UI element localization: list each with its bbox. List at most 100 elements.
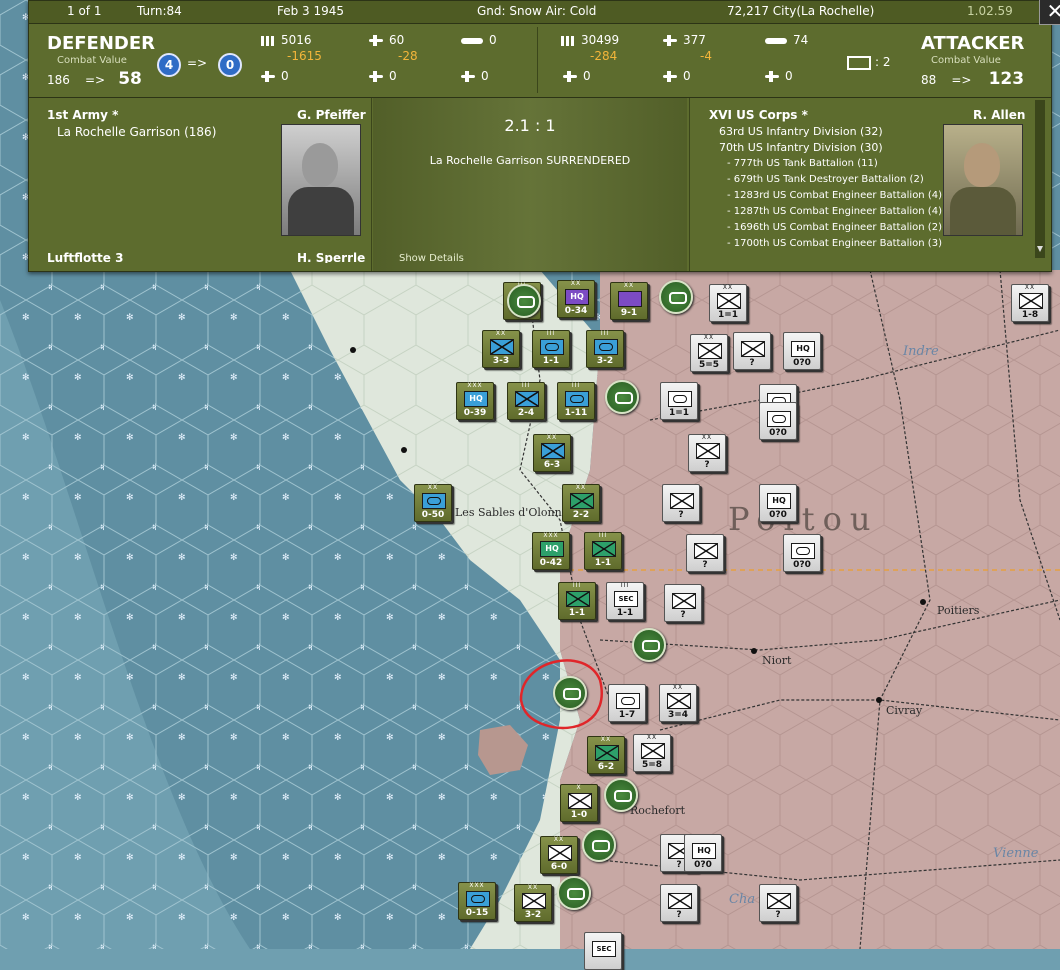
unit-roundel[interactable] <box>604 778 638 812</box>
unit-counter[interactable]: XXX HQ 0-39 <box>456 382 494 420</box>
defender-summary: DEFENDER Combat Value 186 => 58 <box>47 23 157 97</box>
unit-counter[interactable]: XX 5=8 <box>633 734 671 772</box>
unit-symbol <box>522 893 546 909</box>
attacker-men-loss: -284 <box>590 49 618 63</box>
selected-unit-roundel[interactable] <box>553 676 587 710</box>
defender-cv-from: 186 <box>47 73 70 87</box>
unit-counter[interactable]: XX 5=5 <box>690 334 728 372</box>
date-label: Feb 3 1945 <box>277 4 345 18</box>
unit-counter[interactable]: XX? <box>688 434 726 472</box>
divider <box>537 27 538 93</box>
unit-strength: ? <box>702 560 708 570</box>
unit-symbol: SEC <box>614 591 638 607</box>
unit-strength: 0?0 <box>769 510 787 520</box>
attacker-bridge: : 2 <box>875 55 891 69</box>
unit-counter[interactable]: XXX HQ 0-42 <box>532 532 570 570</box>
unit-symbol <box>570 493 594 509</box>
unit-counter[interactable]: XX 3-2 <box>514 884 552 922</box>
unit-counter[interactable]: III 1-11 <box>557 382 595 420</box>
unit-counter[interactable]: 0?0 <box>783 534 821 572</box>
defender-air1: 0 <box>281 69 289 83</box>
unit-counter[interactable]: III 2-4 <box>507 382 545 420</box>
unit-roundel[interactable] <box>632 628 666 662</box>
unit-counter[interactable]: XX 2-2 <box>562 484 600 522</box>
unit-counter[interactable]: III 1-1 <box>584 532 622 570</box>
unit-counter[interactable]: 0?0 <box>759 402 797 440</box>
attacker-support-unit: - 1287th US Combat Engineer Battalion (4… <box>727 206 942 217</box>
unit-counter[interactable]: HQ 0?0 <box>684 834 722 872</box>
close-button[interactable]: ✕ <box>1039 0 1060 25</box>
unit-counter[interactable]: XX 6-0 <box>540 836 578 874</box>
unit-counter[interactable]: XX 3-3 <box>482 330 520 368</box>
unit-strength: 5=8 <box>641 760 663 770</box>
unit-size: XX <box>672 684 684 691</box>
unit-roundel[interactable] <box>557 876 591 910</box>
unit-counter[interactable]: III 1-1 <box>532 330 570 368</box>
defender-hq: 1st Army * <box>47 108 119 122</box>
unit-counter[interactable]: SEC <box>584 932 622 970</box>
attacker-air2: 0 <box>683 69 691 83</box>
combat-values-row: DEFENDER Combat Value 186 => 58 4 => 0 5… <box>29 23 1051 98</box>
attacker-cv-label: Combat Value <box>931 55 1001 66</box>
unit-counter[interactable]: III 3-2 <box>586 330 624 368</box>
unit-counter[interactable]: XX 6-2 <box>587 736 625 774</box>
unit-strength: 2-4 <box>517 408 535 418</box>
unit-counter[interactable]: ? <box>660 884 698 922</box>
unit-counter[interactable]: ? <box>686 534 724 572</box>
unit-counter[interactable]: XX 0-50 <box>414 484 452 522</box>
unit-counter[interactable]: XXX 0-15 <box>458 882 496 920</box>
defender-air3: 0 <box>481 69 489 83</box>
city-label: Niort <box>762 654 792 667</box>
unit-list-scrollbar[interactable] <box>1035 100 1045 258</box>
unit-counter[interactable]: ? <box>664 584 702 622</box>
unit-roundel[interactable] <box>605 380 639 414</box>
gun-icon <box>369 35 383 46</box>
unit-counter[interactable]: XX HQ 0-34 <box>557 280 595 318</box>
defender-men-loss: -1615 <box>287 49 322 63</box>
unit-strength: 3-2 <box>596 356 614 366</box>
unit-counter[interactable]: HQ 0?0 <box>759 484 797 522</box>
unit-counter[interactable]: ? <box>662 484 700 522</box>
unit-strength: 1-11 <box>564 408 588 418</box>
unit-counter[interactable]: HQ 0?0 <box>783 332 821 370</box>
fighter-icon <box>261 71 275 82</box>
unit-symbol: HQ <box>791 341 815 357</box>
unit-roundel[interactable] <box>582 828 616 862</box>
unit-counter[interactable]: III SEC 1-1 <box>606 582 644 620</box>
unit-size: III <box>572 582 582 589</box>
attacker-division: 70th US Infantry Division (30) <box>719 141 883 154</box>
unit-counter[interactable]: X 1-0 <box>560 784 598 822</box>
unit-size: XXX <box>467 382 483 389</box>
divider <box>371 98 372 271</box>
unit-counter[interactable]: III 1-1 <box>558 582 596 620</box>
unit-size: XX <box>553 836 565 843</box>
defender-cv-arrow: => <box>85 73 106 87</box>
attacker-tanks: 74 <box>793 33 809 47</box>
unit-counter[interactable]: XX 9-1 <box>610 282 648 320</box>
unit-symbol <box>566 591 590 607</box>
unit-strength: 0?0 <box>793 358 811 368</box>
unit-counter[interactable]: 1=1 <box>660 382 698 420</box>
fighter-icon <box>563 71 577 82</box>
defender-guns: 60 <box>389 33 405 47</box>
unit-roundel[interactable] <box>659 280 693 314</box>
unit-counter[interactable]: XX 6-3 <box>533 434 571 472</box>
unit-counter[interactable]: ? <box>733 332 771 370</box>
attacker-cv-arrow: => <box>951 73 972 87</box>
attacker-support-unit: - 1283rd US Combat Engineer Battalion (4… <box>727 190 942 201</box>
attacker-support-unit: - 1700th US Combat Engineer Battalion (3… <box>727 238 942 249</box>
unit-symbol <box>670 493 694 509</box>
unit-counter[interactable]: XX 1=1 <box>709 284 747 322</box>
unit-counter[interactable]: XX 1-8 <box>1011 284 1049 322</box>
unit-symbol <box>466 891 490 907</box>
unit-symbol <box>595 745 619 761</box>
unit-counter[interactable]: ? <box>759 884 797 922</box>
defender-leader-name: G. Pfeiffer <box>297 108 366 122</box>
unit-symbol: SEC <box>592 941 616 957</box>
unit-roundel[interactable] <box>507 284 541 318</box>
unit-size: X <box>576 784 582 791</box>
unit-symbol <box>641 743 665 759</box>
show-details-link[interactable]: Show Details <box>399 253 464 264</box>
unit-counter[interactable]: 1-7 <box>608 684 646 722</box>
unit-counter[interactable]: XX 3=4 <box>659 684 697 722</box>
